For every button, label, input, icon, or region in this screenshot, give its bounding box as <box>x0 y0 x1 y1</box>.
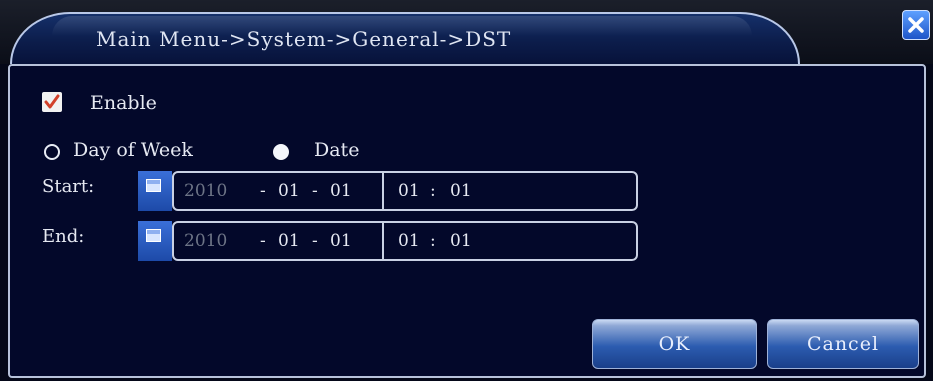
calendar-icon <box>146 179 161 192</box>
day-of-week-label: Day of Week <box>73 139 193 161</box>
start-label: Start: <box>42 176 95 197</box>
enable-checkbox[interactable] <box>42 92 62 112</box>
end-hour[interactable]: 01 <box>398 231 420 251</box>
start-month[interactable]: 01 <box>278 181 300 201</box>
start-calendar-button[interactable] <box>138 171 172 211</box>
end-calendar-button[interactable] <box>138 221 172 261</box>
radio-day-of-week[interactable] <box>44 144 60 160</box>
end-date-separator-2: - <box>312 231 318 251</box>
title-bar: Main Menu->System->General->DST <box>0 0 933 64</box>
end-time-separator: : <box>430 231 436 251</box>
page-title: Main Menu->System->General->DST <box>96 27 512 51</box>
start-date-separator-2: - <box>312 181 318 201</box>
start-hour[interactable]: 01 <box>398 181 420 201</box>
end-field-divider <box>382 223 384 259</box>
end-label: End: <box>42 226 85 247</box>
start-date-separator-1: - <box>260 181 266 201</box>
end-date-separator-1: - <box>260 231 266 251</box>
end-minute[interactable]: 01 <box>450 231 472 251</box>
calendar-icon <box>146 229 161 242</box>
start-field-divider <box>382 173 384 209</box>
start-time-separator: : <box>430 181 436 201</box>
date-label: Date <box>314 139 360 161</box>
start-minute[interactable]: 01 <box>450 181 472 201</box>
ok-button[interactable]: OK <box>592 319 757 369</box>
checkmark-icon <box>44 94 60 109</box>
start-datetime-field[interactable]: 2010 - 01 - 01 01 : 01 <box>172 171 638 211</box>
end-datetime-field[interactable]: 2010 - 01 - 01 01 : 01 <box>172 221 638 261</box>
start-day[interactable]: 01 <box>330 181 352 201</box>
enable-label: Enable <box>90 92 157 114</box>
radio-date[interactable] <box>273 144 289 160</box>
close-icon <box>908 17 924 33</box>
end-day[interactable]: 01 <box>330 231 352 251</box>
dst-settings-panel: Enable Day of Week Date Start: 2010 - 01… <box>8 64 926 378</box>
cancel-button[interactable]: Cancel <box>767 319 919 369</box>
end-month[interactable]: 01 <box>278 231 300 251</box>
start-year[interactable]: 2010 <box>184 181 227 201</box>
dst-dialog: Main Menu->System->General->DST Enable D… <box>0 0 933 381</box>
close-button[interactable] <box>902 10 930 40</box>
end-year[interactable]: 2010 <box>184 231 227 251</box>
